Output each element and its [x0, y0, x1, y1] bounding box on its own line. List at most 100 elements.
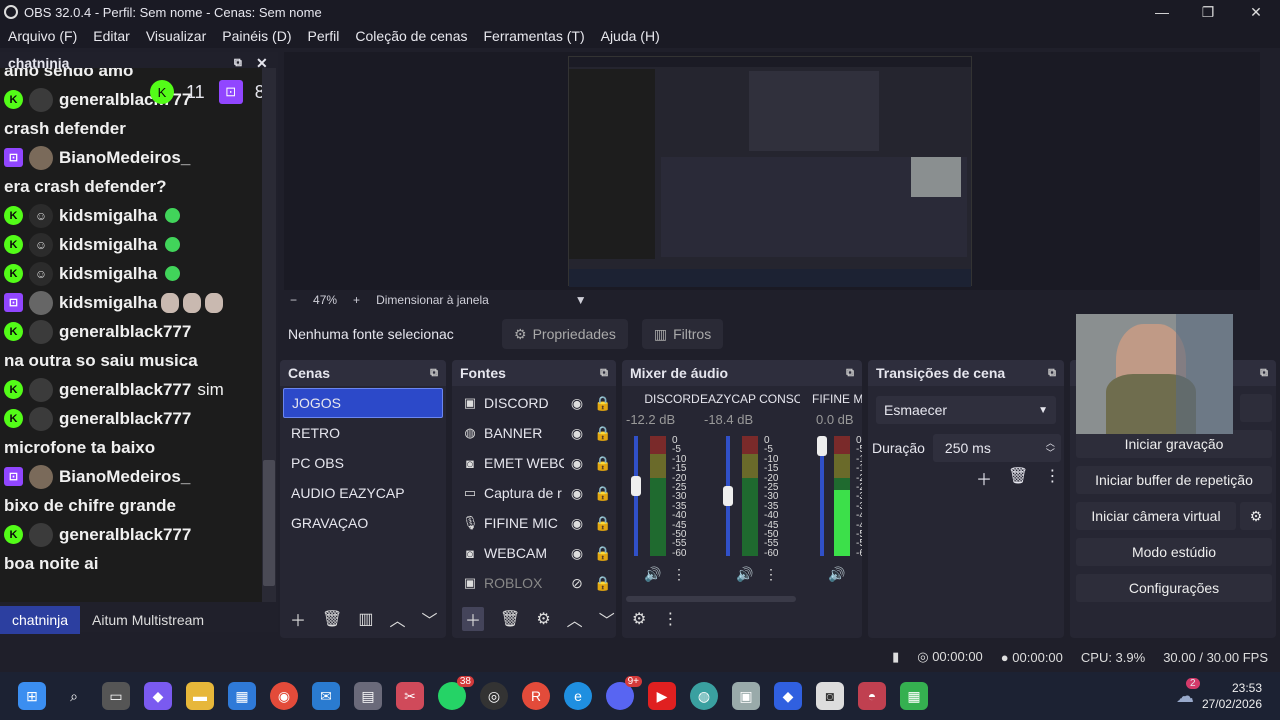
- filters-button[interactable]: ▥ Filtros: [641, 319, 724, 349]
- discord-icon[interactable]: 9+: [606, 676, 642, 710]
- chevron-down-icon[interactable]: ▼: [575, 293, 587, 307]
- mute-speaker-icon[interactable]: 🔊: [828, 566, 845, 582]
- m365-icon[interactable]: ◆: [144, 682, 172, 710]
- lock-icon[interactable]: 🔒: [594, 485, 611, 502]
- chat-username[interactable]: BianoMedeiros_: [59, 148, 190, 168]
- source-properties-icon[interactable]: ⚙: [536, 609, 550, 629]
- scene-item[interactable]: JOGOS: [283, 388, 443, 418]
- edge-icon[interactable]: e: [564, 682, 592, 710]
- menu-item[interactable]: Visualizar: [146, 28, 206, 44]
- dock-popout-icon[interactable]: ⧉: [1048, 367, 1056, 380]
- add-scene-button[interactable]: ＋: [290, 607, 306, 631]
- mute-speaker-icon[interactable]: 🔊: [736, 566, 753, 582]
- volume-fader-knob[interactable]: [631, 476, 641, 496]
- app-game-icon[interactable]: ◓: [858, 682, 886, 710]
- whatsapp-icon[interactable]: 38: [438, 676, 474, 710]
- mixer-menu-icon[interactable]: ⋮: [662, 609, 678, 629]
- lock-icon[interactable]: 🔒: [594, 545, 611, 562]
- search-icon[interactable]: ⌕: [60, 682, 88, 710]
- zoom-in-button[interactable]: +: [353, 293, 360, 307]
- move-down-icon[interactable]: ﹀: [599, 607, 615, 631]
- eye-icon[interactable]: ◉: [568, 485, 586, 502]
- menu-item[interactable]: Perfil: [308, 28, 340, 44]
- youtube-icon[interactable]: ▶: [648, 682, 676, 710]
- store-icon[interactable]: ▦: [228, 682, 256, 710]
- channel-menu-icon[interactable]: ⋮: [856, 566, 862, 582]
- dock-tab[interactable]: chatninja: [0, 606, 81, 634]
- dock-popout-icon[interactable]: ⧉: [430, 367, 438, 380]
- zoom-out-button[interactable]: −: [290, 293, 297, 307]
- source-item[interactable]: ▣ ROBLOX ⊘ 🔒: [452, 568, 616, 598]
- eye-icon[interactable]: ◉: [568, 515, 586, 532]
- move-up-icon[interactable]: ︿: [389, 607, 405, 631]
- app-r-icon[interactable]: R: [522, 682, 550, 710]
- close-button[interactable]: ✕: [1236, 2, 1276, 22]
- chat-username[interactable]: kidsmigalha: [59, 235, 157, 255]
- task-view-icon[interactable]: ▭: [102, 682, 130, 710]
- start-replay-buffer-button[interactable]: Iniciar buffer de repetição: [1076, 466, 1272, 494]
- start-recording-button[interactable]: Iniciar gravação: [1076, 430, 1272, 458]
- move-down-icon[interactable]: ﹀: [421, 607, 437, 631]
- start-icon[interactable]: ⊞: [18, 682, 46, 710]
- settings-button[interactable]: Configurações: [1076, 574, 1272, 602]
- volume-fader-knob[interactable]: [817, 436, 827, 456]
- eye-icon[interactable]: ◉: [568, 545, 586, 562]
- roblox-icon[interactable]: ◆: [774, 682, 802, 710]
- chat-username[interactable]: generalblack777: [59, 525, 191, 545]
- taskbar-clock[interactable]: 23:53 27/02/2026: [1202, 680, 1262, 712]
- preview-canvas[interactable]: [568, 56, 972, 287]
- chat-username[interactable]: kidsmigalha: [59, 206, 157, 226]
- transition-select[interactable]: Esmaecer ▼: [876, 396, 1056, 424]
- advanced-audio-icon[interactable]: ⚙: [632, 609, 646, 629]
- volume-fader-knob[interactable]: [723, 486, 733, 506]
- lock-icon[interactable]: 🔒: [594, 425, 611, 442]
- scene-item[interactable]: RETRO: [283, 418, 443, 448]
- move-up-icon[interactable]: ︿: [567, 607, 583, 631]
- eye-icon[interactable]: ◉: [568, 455, 586, 472]
- app-chat-icon[interactable]: ▦: [900, 682, 928, 710]
- virtual-camera-settings-button[interactable]: ⚙: [1240, 502, 1272, 530]
- stream-button-partial[interactable]: [1240, 394, 1272, 422]
- duration-spinbox[interactable]: 250 ms ︿ ﹀: [932, 434, 1061, 462]
- source-item[interactable]: ▭ Captura de r ◉ 🔒: [452, 478, 616, 508]
- scene-item[interactable]: PC OBS: [283, 448, 443, 478]
- app-photo-icon[interactable]: ▣: [732, 682, 760, 710]
- chat-username[interactable]: BianoMedeiros_: [59, 467, 190, 487]
- mixer-scrollbar[interactable]: [626, 596, 796, 602]
- chat-username[interactable]: kidsmigalha: [59, 293, 157, 313]
- chat-scrollbar-thumb[interactable]: [263, 460, 275, 586]
- outlook-icon[interactable]: ✉: [312, 682, 340, 710]
- app-sound-icon[interactable]: ◙: [816, 682, 844, 710]
- lock-icon[interactable]: 🔒: [594, 575, 611, 592]
- source-item[interactable]: ◙ WEBCAM ◉ 🔒: [452, 538, 616, 568]
- mute-speaker-icon[interactable]: 🔊: [644, 566, 661, 582]
- studio-mode-button[interactable]: Modo estúdio: [1076, 538, 1272, 566]
- lock-icon[interactable]: 🔒: [594, 515, 611, 532]
- menu-item[interactable]: Coleção de cenas: [355, 28, 467, 44]
- scene-item[interactable]: AUDIO EAZYCAP: [283, 478, 443, 508]
- start-virtual-camera-button[interactable]: Iniciar câmera virtual: [1076, 502, 1236, 530]
- menu-item[interactable]: Painéis (D): [222, 28, 291, 44]
- file-explorer-icon[interactable]: ▬: [186, 682, 214, 710]
- transition-menu-icon[interactable]: ⋮: [1044, 466, 1060, 490]
- channel-menu-icon[interactable]: ⋮: [672, 566, 686, 582]
- minimize-button[interactable]: —: [1142, 2, 1182, 22]
- obs-taskbar-icon[interactable]: ◎: [480, 682, 508, 710]
- spin-arrows-icon[interactable]: ︿ ﹀: [1046, 438, 1055, 458]
- app-globe-icon[interactable]: ◍: [690, 682, 718, 710]
- scene-item[interactable]: GRAVAÇAO: [283, 508, 443, 538]
- add-source-button[interactable]: ＋: [462, 607, 485, 631]
- channel-menu-icon[interactable]: ⋮: [764, 566, 778, 582]
- chat-username[interactable]: kidsmigalha: [59, 264, 157, 284]
- dock-popout-icon[interactable]: ⧉: [600, 367, 608, 380]
- menu-item[interactable]: Editar: [93, 28, 130, 44]
- remove-source-icon[interactable]: 🗑: [500, 609, 520, 629]
- calculator-icon[interactable]: ▤: [354, 682, 382, 710]
- chat-username[interactable]: generalblack777: [59, 380, 191, 400]
- zoom-fit-select[interactable]: Dimensionar à janela: [376, 293, 489, 307]
- dock-popout-icon[interactable]: ⧉: [846, 367, 854, 380]
- snipping-icon[interactable]: ✂: [396, 682, 424, 710]
- lock-icon[interactable]: 🔒: [594, 395, 611, 412]
- lock-icon[interactable]: 🔒: [594, 455, 611, 472]
- menu-item[interactable]: Arquivo (F): [8, 28, 77, 44]
